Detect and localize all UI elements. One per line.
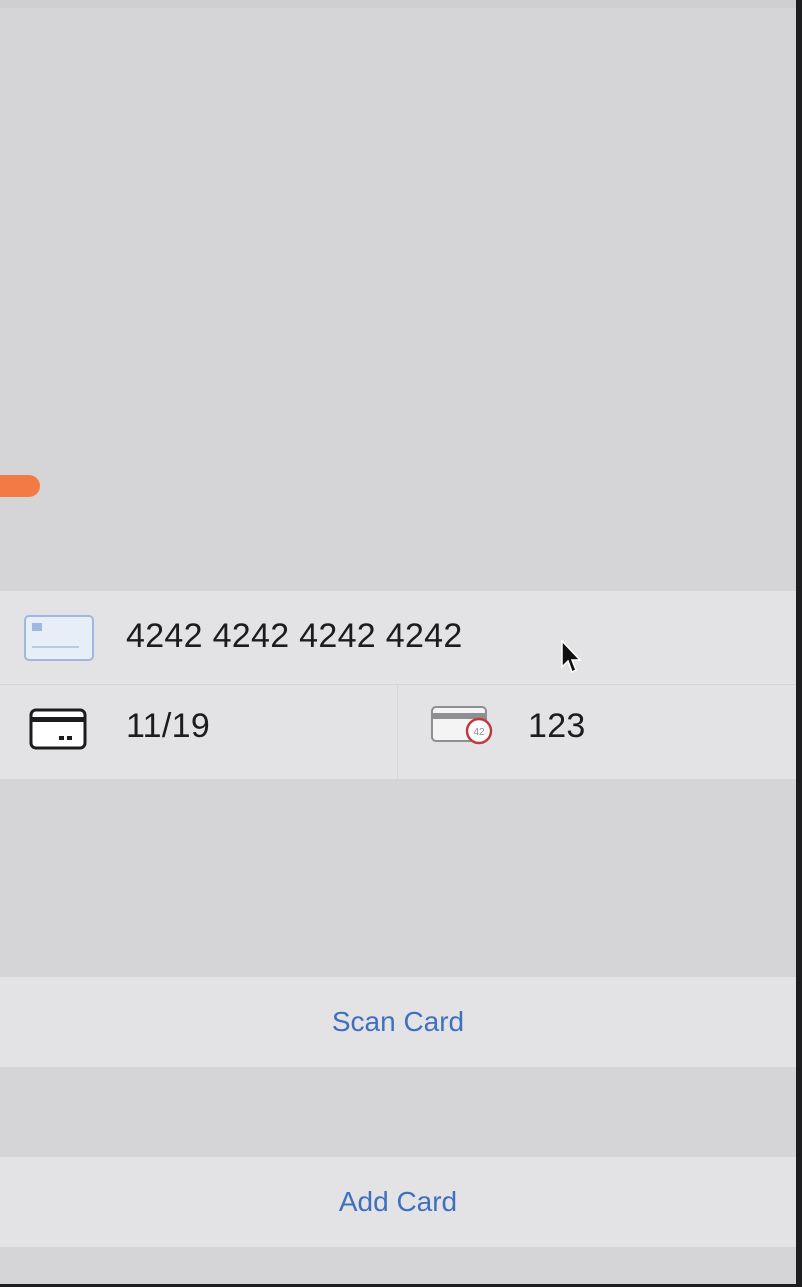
scan-card-button[interactable]: Scan Card bbox=[0, 977, 796, 1067]
expiry-field[interactable]: 11/19 bbox=[126, 706, 210, 746]
card-number-field[interactable]: 4242 4242 4242 4242 bbox=[126, 616, 463, 656]
cvc-field[interactable]: 123 bbox=[528, 706, 586, 746]
mouse-pointer-icon bbox=[561, 640, 582, 674]
add-card-button[interactable]: Add Card bbox=[0, 1157, 796, 1247]
card-expiry-icon bbox=[29, 708, 87, 750]
window-edge bbox=[796, 0, 802, 1287]
card-details-row: 11/19 42 123 bbox=[0, 685, 796, 778]
add-card-label: Add Card bbox=[338, 1186, 458, 1217]
scan-card-label: Scan Card bbox=[331, 1006, 465, 1037]
status-bar bbox=[0, 0, 796, 8]
credit-card-icon bbox=[24, 615, 94, 661]
orange-indicator bbox=[0, 475, 40, 497]
field-divider bbox=[397, 685, 398, 779]
svg-text:42: 42 bbox=[473, 727, 485, 738]
card-number-row[interactable]: 4242 4242 4242 4242 bbox=[0, 591, 796, 684]
card-cvc-icon: 42 bbox=[431, 706, 493, 745]
card-entry-form: 4242 4242 4242 4242 11/19 42 123 bbox=[0, 591, 796, 779]
